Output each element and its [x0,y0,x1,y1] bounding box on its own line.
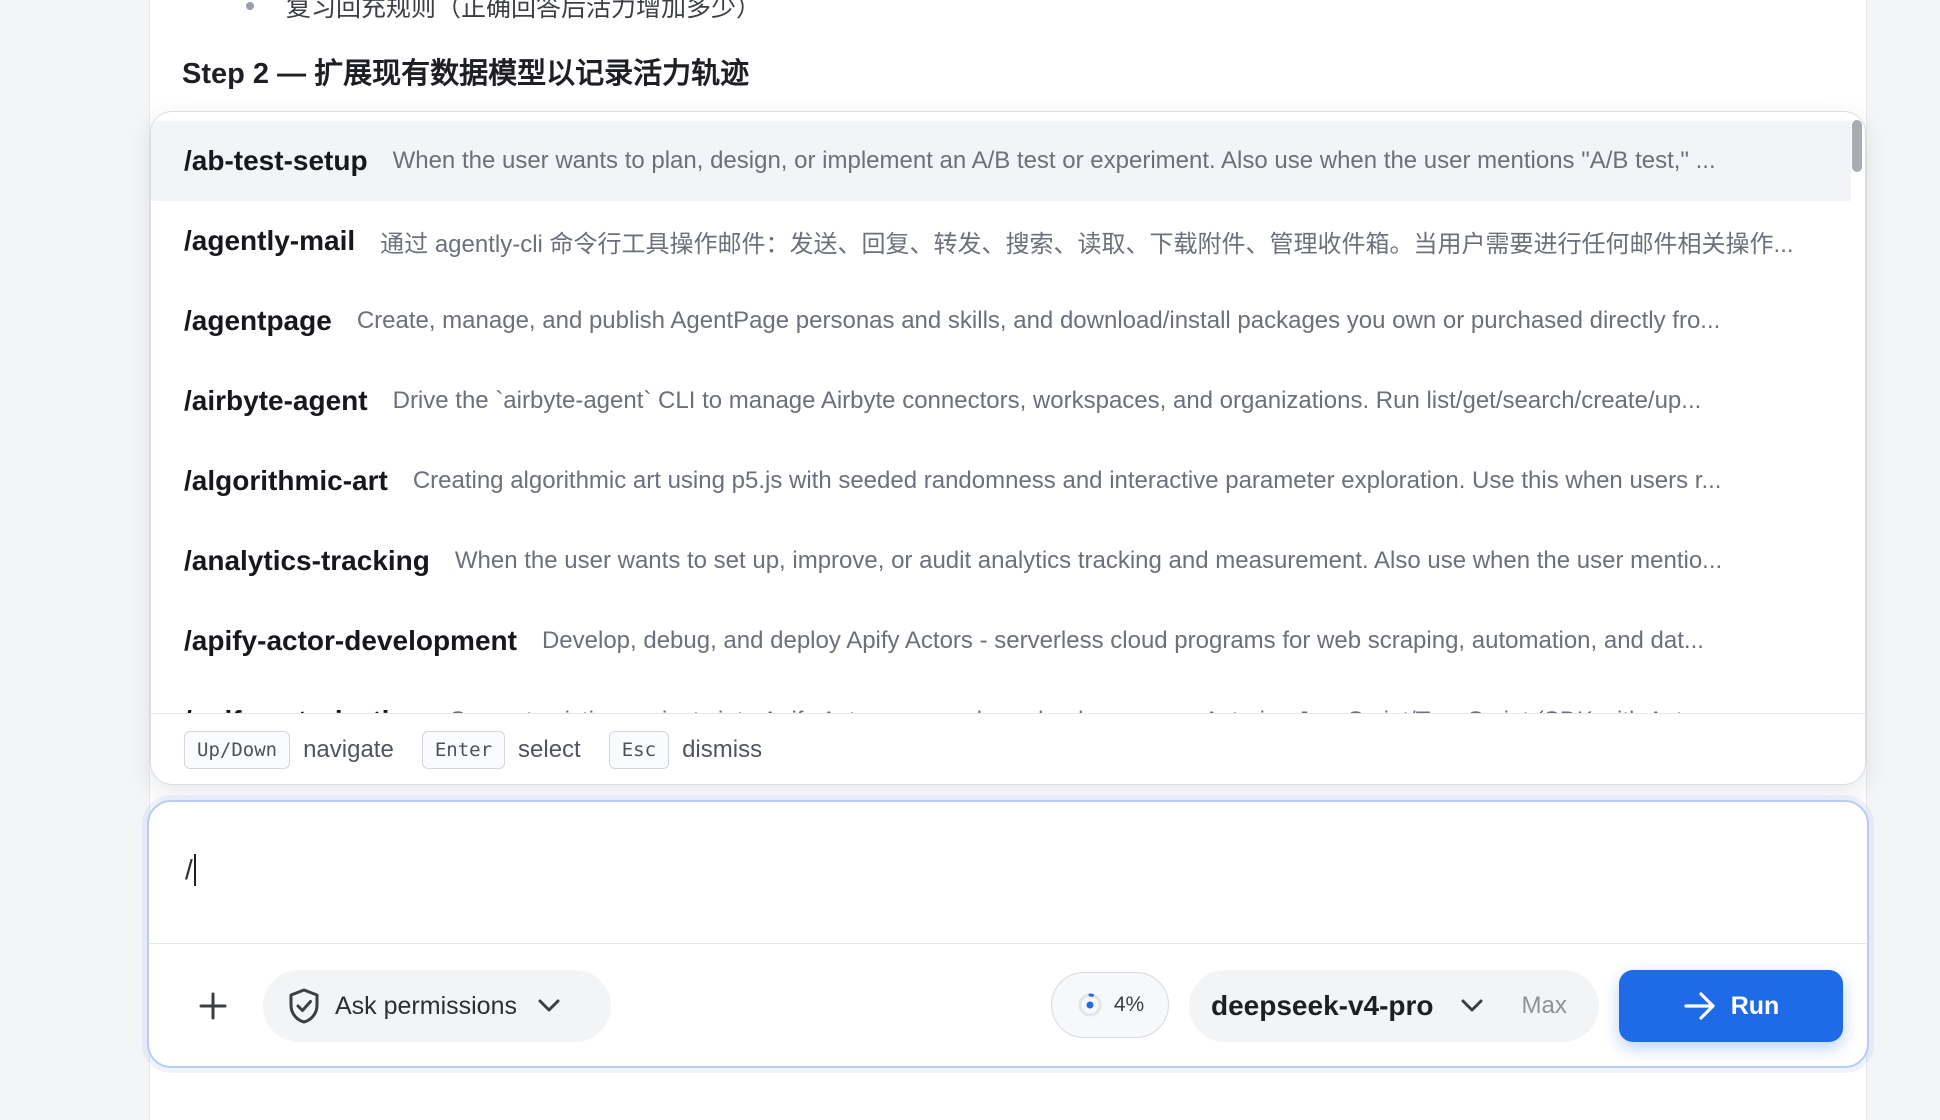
command-description: When the user wants to set up, improve, … [454,547,1723,574]
model-selector[interactable]: deepseek-v4-pro Max [1189,970,1599,1042]
step-heading: Step 2 — 扩展现有数据模型以记录活力轨迹 [182,58,750,90]
popup-scrollbar[interactable] [1852,120,1862,172]
command-item[interactable]: /algorithmic-art Creating algorithmic art… [151,441,1851,521]
command-name: /agentpage [184,305,332,336]
text-caret [193,854,196,886]
navigate-key: Up/Down [184,731,291,769]
command-description: Develop, debug, and deploy Apify Actors … [541,627,1704,654]
run-button[interactable]: Run [1619,970,1843,1042]
command-name: /analytics-tracking [184,545,430,576]
permissions-label: Ask permissions [335,991,517,1020]
model-name: deepseek-v4-pro [1211,990,1434,1021]
popup-footer: Up/Down navigate Enter select Esc dismis… [151,713,1865,784]
command-item[interactable]: /apify-actorizationConvert existing proj… [151,681,1851,713]
shield-check-icon [289,988,319,1024]
composer: / Ask permissions 4% deepseek-v4-pro Max… [147,800,1869,1068]
context-usage-value: 4% [1113,993,1145,1016]
composer-toolbar: Ask permissions 4% deepseek-v4-pro Max R… [149,944,1867,1066]
chevron-down-icon [538,999,560,1012]
bullet-dot [246,2,254,10]
chevron-down-icon [1461,999,1483,1012]
command-description: Creating algorithmic art using p5.js wit… [412,467,1722,494]
arrow-right-icon [1684,992,1715,1020]
command-name: /apify-actorization [184,705,424,713]
command-list[interactable]: /ab-test-setup When the user wants to pla… [151,112,1865,713]
command-item[interactable]: /agently-mail 通过 agently-cli 命令行工具操作邮件：发送… [151,201,1851,281]
bullet-text: 复习回充规则（正确回答后活力增加多少） [286,0,762,22]
command-name: /apify-actor-development [184,625,517,656]
dismiss-key: Esc [608,731,670,769]
add-attachment-button[interactable] [191,984,235,1028]
command-name: /algorithmic-art [184,465,388,496]
command-description: Create, manage, and publish AgentPage pe… [356,307,1721,334]
effort-level[interactable]: Max [1522,992,1567,1020]
plus-icon [199,992,227,1020]
prompt-input-text: / [185,854,196,886]
command-item[interactable]: /apify-actor-development Develop, debug, … [151,601,1851,681]
select-hint: select [518,736,581,763]
command-item[interactable]: /ab-test-setup When the user wants to pla… [151,121,1851,201]
model-chevron [1460,998,1484,1014]
command-description: 通过 agently-cli 命令行工具操作邮件：发送、回复、转发、搜索、读取、… [380,230,1794,258]
context-usage-indicator[interactable]: 4% [1051,972,1169,1038]
command-name: /airbyte-agent [184,385,368,416]
command-name: /ab-test-setup [184,145,368,176]
run-label: Run [1730,991,1780,1020]
command-description: When the user wants to plan, design, or … [392,147,1716,174]
command-item[interactable]: /airbyte-agent Drive the `airbyte-agent` … [151,361,1851,441]
permissions-dropdown[interactable]: Ask permissions [263,970,611,1042]
command-name: /agently-mail [184,225,356,256]
command-item[interactable]: /analytics-tracking When the user wants t… [151,521,1851,601]
command-description: Drive the `airbyte-agent` CLI to manage … [392,387,1702,414]
command-item[interactable]: /agentpage Create, manage, and publish Ag… [151,281,1851,361]
command-popup: /ab-test-setup When the user wants to pla… [150,111,1866,785]
prompt-input-value: / [185,854,193,885]
select-key: Enter [421,731,506,769]
navigate-hint: navigate [303,736,394,763]
dismiss-hint: dismiss [682,736,763,763]
prompt-input[interactable]: / [149,802,1867,944]
context-ring-icon [1078,993,1102,1017]
document-bullet: 复习回充规则（正确回答后活力增加多少） [246,0,762,24]
